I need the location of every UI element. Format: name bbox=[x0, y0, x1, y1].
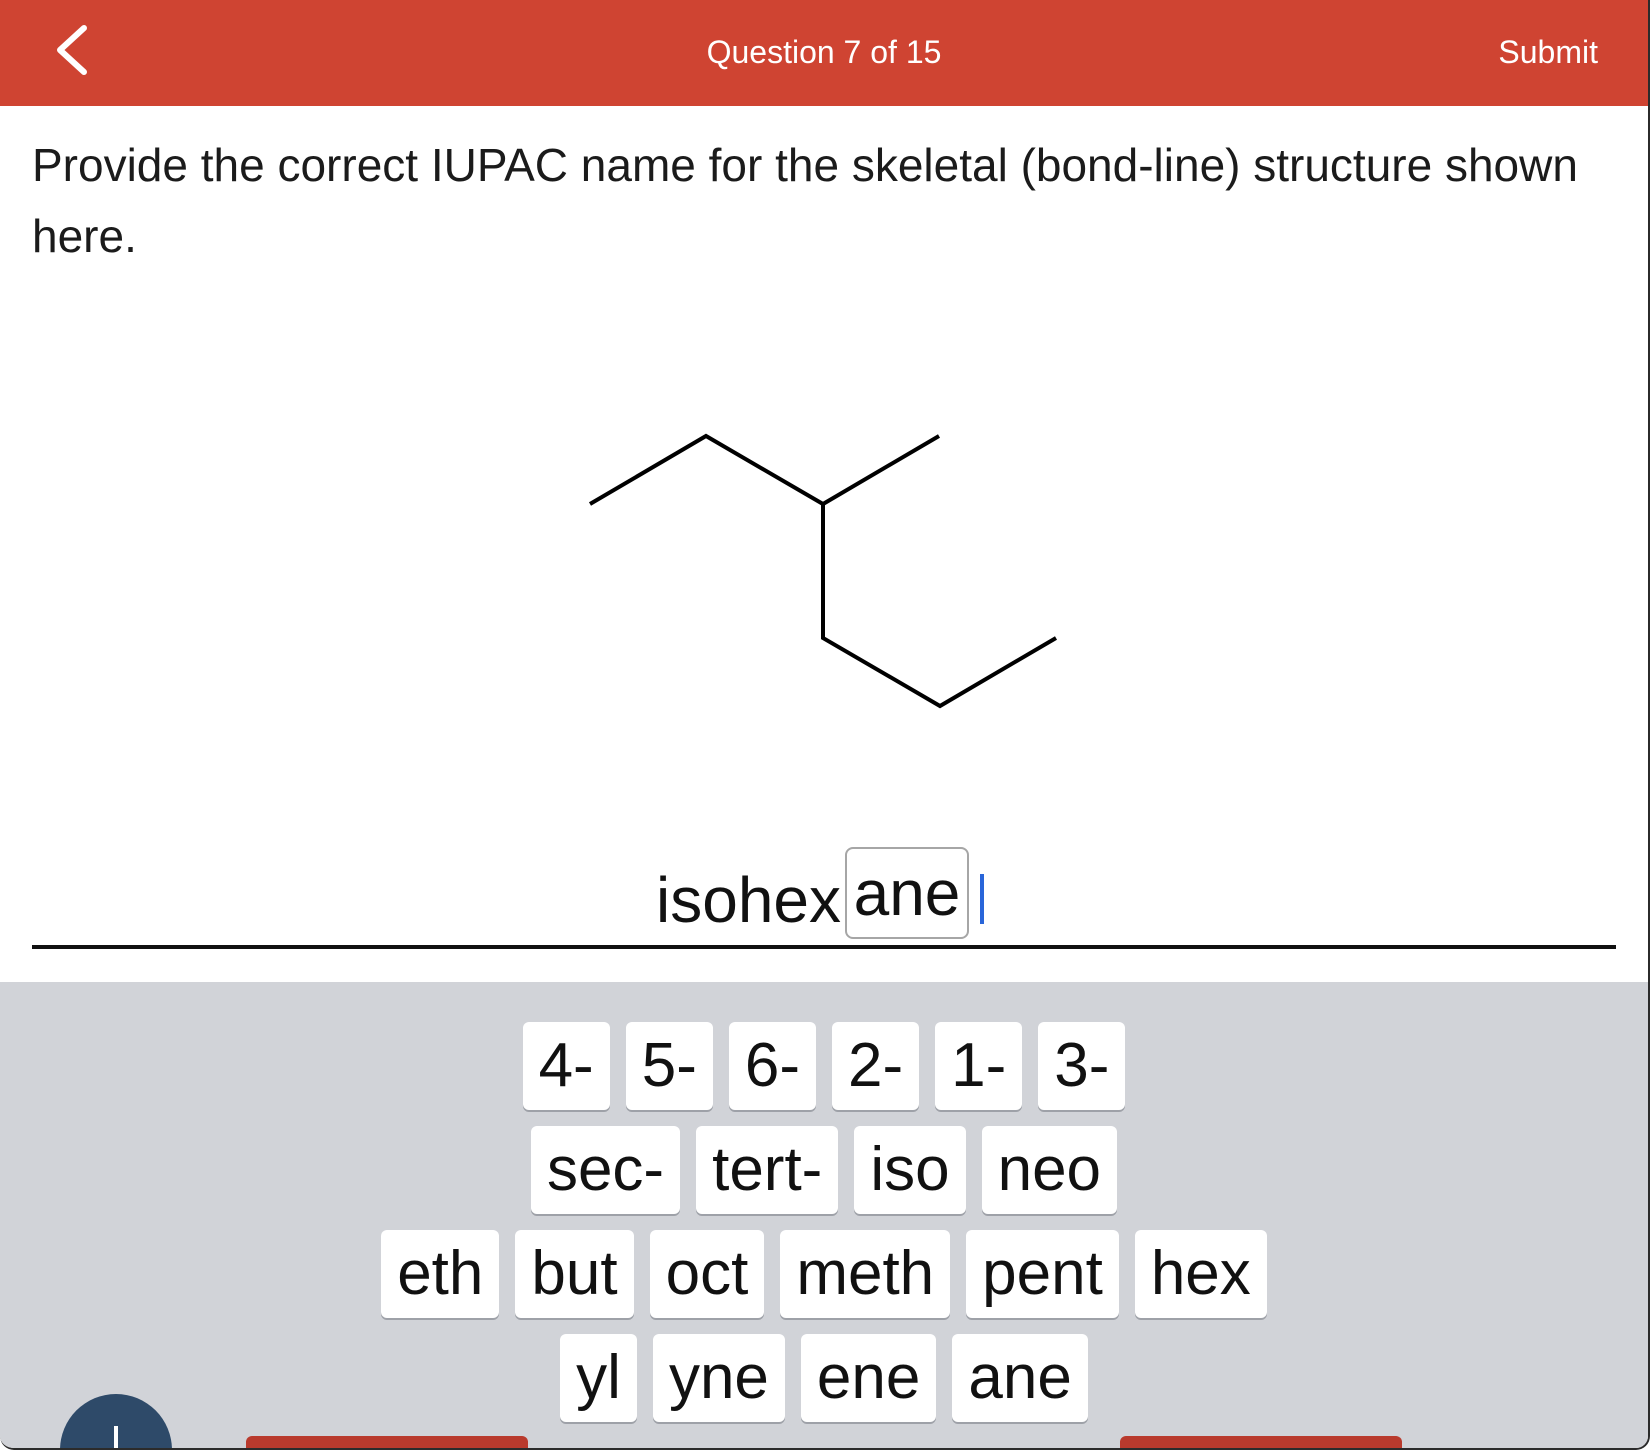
answer-chip-suffix[interactable]: ane bbox=[845, 847, 969, 939]
question-counter: Question 7 of 15 bbox=[706, 34, 942, 70]
bottom-action-bar-left[interactable] bbox=[246, 1436, 528, 1448]
key-prefix[interactable]: iso bbox=[854, 1126, 966, 1214]
answer-underline bbox=[32, 945, 1616, 949]
question-prompt: Provide the correct IUPAC name for the s… bbox=[32, 139, 1578, 262]
key-suffix[interactable]: yne bbox=[652, 1334, 785, 1422]
plus-icon bbox=[114, 1426, 118, 1448]
key-locant[interactable]: 6- bbox=[728, 1022, 816, 1110]
keyboard-row-roots: eth but oct meth pent hex bbox=[0, 1230, 1648, 1320]
skeletal-structure bbox=[0, 290, 1648, 810]
name-builder-keyboard: 4- 5- 6- 2- 1- 3- sec- tert- iso neo eth… bbox=[0, 982, 1648, 1448]
bottom-action-bar-right[interactable] bbox=[1120, 1436, 1402, 1448]
key-prefix[interactable]: neo bbox=[981, 1126, 1118, 1214]
key-root[interactable]: hex bbox=[1134, 1230, 1267, 1318]
key-suffix[interactable]: ane bbox=[952, 1334, 1088, 1422]
answer-field[interactable]: isohex ane bbox=[0, 840, 1648, 950]
key-locant[interactable]: 2- bbox=[832, 1022, 920, 1110]
key-locant[interactable]: 5- bbox=[625, 1022, 713, 1110]
key-root[interactable]: pent bbox=[966, 1230, 1119, 1318]
key-suffix[interactable]: yl bbox=[560, 1334, 637, 1422]
key-prefix[interactable]: sec- bbox=[530, 1126, 681, 1214]
key-locant[interactable]: 3- bbox=[1038, 1022, 1126, 1110]
app-window: Question 7 of 15 Submit Provide the corr… bbox=[0, 0, 1650, 1450]
key-prefix[interactable]: tert- bbox=[696, 1126, 839, 1214]
key-suffix[interactable]: ene bbox=[800, 1334, 937, 1422]
bond-chain-top bbox=[588, 433, 941, 507]
key-locant[interactable]: 4- bbox=[522, 1022, 610, 1110]
answer-prefix-text: isohex bbox=[656, 864, 841, 936]
keyboard-row-locants: 4- 5- 6- 2- 1- 3- bbox=[0, 1022, 1648, 1112]
key-root[interactable]: meth bbox=[780, 1230, 951, 1318]
key-locant[interactable]: 1- bbox=[935, 1022, 1023, 1110]
keyboard-row-prefixes: sec- tert- iso neo bbox=[0, 1126, 1648, 1216]
text-caret bbox=[980, 874, 984, 924]
molecule-drawing bbox=[588, 433, 1058, 709]
key-root[interactable]: but bbox=[515, 1230, 634, 1318]
submit-button[interactable]: Submit bbox=[1498, 34, 1598, 70]
key-root[interactable]: oct bbox=[649, 1230, 765, 1318]
keyboard-row-suffixes: yl yne ene ane bbox=[0, 1334, 1648, 1424]
bond-chain-branch bbox=[821, 504, 1058, 709]
key-root[interactable]: eth bbox=[381, 1230, 500, 1318]
header-bar: Question 7 of 15 Submit bbox=[0, 0, 1648, 106]
